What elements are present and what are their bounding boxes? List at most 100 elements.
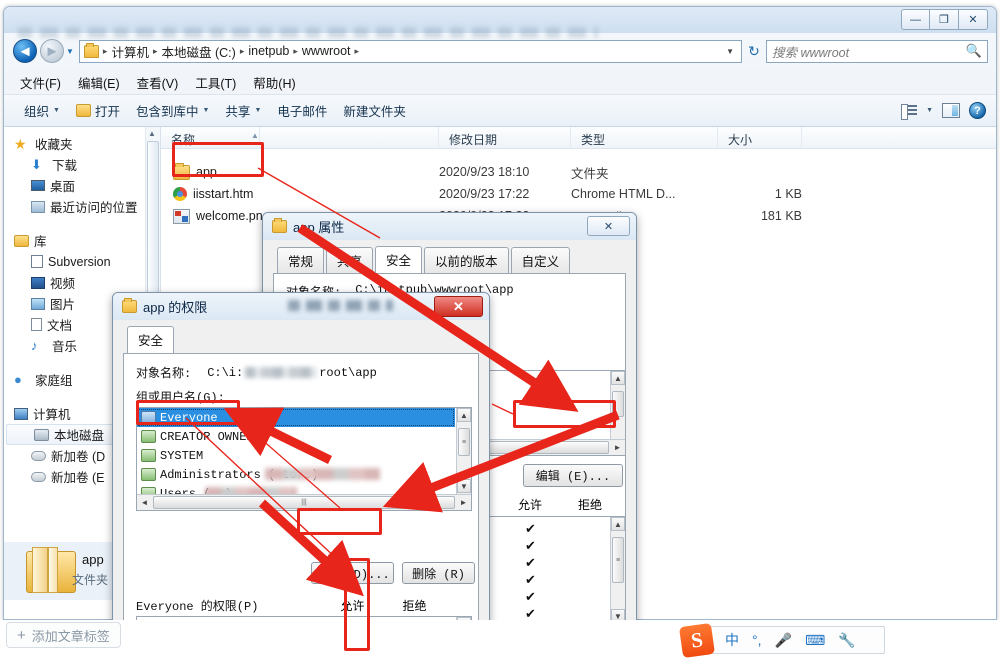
close-button[interactable]: ✕ [959,9,988,30]
edit-button[interactable]: 编辑 (E)... [523,464,623,487]
email-button[interactable]: 电子邮件 [277,101,327,120]
sidebar-item-label: 本地磁盘 [54,429,105,443]
scrollbar-thumb[interactable]: ≡ [458,428,470,456]
menu-view[interactable]: 查看(V) [137,73,179,92]
blurred-account-text [265,468,380,480]
scrollbar-thumb[interactable]: ≡ [612,537,624,583]
back-button[interactable]: ◄ [13,39,37,63]
scroll-up-icon[interactable]: ▲ [611,517,625,531]
help-icon[interactable]: ? [969,102,986,119]
close-icon[interactable]: ✕ [587,216,630,236]
column-header-date[interactable]: 修改日期 [439,127,571,149]
scroll-left-icon[interactable]: ◄ [137,495,152,510]
tab-general[interactable]: 常规 [277,247,325,273]
column-header-name[interactable]: 名称 [161,127,439,149]
tab-security[interactable]: 安全 [127,326,175,353]
ime-settings-icon[interactable]: 🔧 [838,632,855,649]
breadcrumb[interactable]: ▸ 计算机 ▸ 本地磁盘 (C:) ▸ inetpub ▸ wwwroot ▸ … [78,39,742,63]
properties-permission-scrollbar[interactable]: ▲ ≡ ▼ [610,517,625,623]
menu-edit[interactable]: 编辑(E) [78,73,120,92]
permissions-tab-panel: 对象名称: C:\i: root\app 组或用户名(G): Everyone … [123,353,479,659]
sogou-logo-icon[interactable]: S [678,622,716,659]
sidebar-item-libraries[interactable]: 库 [4,230,160,251]
add-article-tag-button[interactable]: + 添加文章标签 [6,622,121,648]
ime-punctuation-icon[interactable]: °, [752,632,762,648]
table-row[interactable]: app 2020/9/23 18:10 文件夹 [161,161,996,183]
group-users-label: 组或用户名(G): [136,391,225,405]
ime-voice-icon[interactable]: 🎤 [775,632,792,649]
scrollbar-thumb[interactable]: ||| [153,496,455,509]
column-header-type[interactable]: 类型 [571,127,718,149]
sidebar-item-downloads[interactable]: ⬇ 下载 [4,154,160,175]
sidebar-item-videos[interactable]: 视频 [4,272,160,293]
column-header-size[interactable]: 大小 [718,127,802,149]
list-item[interactable]: Everyone [137,408,455,427]
chevron-down-icon[interactable]: ▼ [926,107,933,114]
sidebar-item-recent[interactable]: 最近访问的位置 [4,196,160,217]
tab-sharing[interactable]: 共享 [326,247,374,273]
minimize-button[interactable]: — [901,9,930,30]
forward-button[interactable]: ► [40,39,64,63]
breadcrumb-item-0[interactable]: 计算机 [108,42,152,61]
views-icon[interactable] [901,103,918,120]
file-type-cell: Chrome HTML D... [571,187,676,201]
ime-mode-chinese-icon[interactable]: 中 [725,630,739,650]
history-dropdown-icon[interactable]: ▼ [66,47,74,56]
tab-customize[interactable]: 自定义 [510,247,571,273]
close-icon[interactable]: ✕ [434,296,483,317]
list-item[interactable]: Administrators ( tors) [137,465,471,484]
maximize-button[interactable]: ❐ [930,9,959,30]
scroll-right-icon[interactable]: ► [456,495,471,510]
list-item-label: SYSTEM [160,448,204,463]
group-user-list[interactable]: Everyone CREATOR OWNER SYSTEM Administra… [136,407,472,511]
chevron-down-icon[interactable]: ▼ [726,47,737,56]
breadcrumb-item-1[interactable]: 本地磁盘 (C:) [159,42,239,61]
object-name-label: 对象名称: [136,367,192,381]
list-item[interactable]: SYSTEM [137,446,471,465]
scrollbar-thumb[interactable] [612,391,624,417]
open-folder-icon [75,104,91,117]
tab-security[interactable]: 安全 [375,246,423,273]
screenshot-root: — ❐ ✕ ◄ ► ▼ ▸ 计算机 ▸ 本地磁盘 (C:) ▸ inetpub … [0,0,1000,659]
ime-keyboard-icon[interactable]: ⌨ [805,632,825,649]
file-date-cell: 2020/9/23 17:22 [439,187,530,201]
share-button[interactable]: 共享 ▼ [225,101,261,120]
sidebar-item-subversion[interactable]: Subversion [4,251,160,272]
table-row[interactable]: iisstart.htm 2020/9/23 17:22 Chrome HTML… [161,183,996,205]
menu-help[interactable]: 帮助(H) [253,73,295,92]
sidebar-item-desktop[interactable]: 桌面 [4,175,160,196]
properties-dialog-title: app 属性 [293,220,345,235]
refresh-button[interactable]: ↻ [742,40,766,63]
tab-previous-versions[interactable]: 以前的版本 [424,247,509,273]
scroll-right-icon[interactable]: ► [610,440,625,455]
scroll-down-icon[interactable]: ▼ [457,479,471,493]
group-user-list-hscroll[interactable]: ◄ ||| ► [137,494,471,510]
add-button[interactable]: 添加 (D)... [311,562,394,584]
computer-icon [14,407,28,420]
breadcrumb-item-3[interactable]: wwwroot [299,44,354,58]
object-name-prefix: C:\i: [207,365,244,380]
menu-tools[interactable]: 工具(T) [195,73,236,92]
search-input[interactable]: 搜索 wwwroot 🔍 [766,39,988,63]
menu-file[interactable]: 文件(F) [20,73,61,92]
scroll-up-icon[interactable]: ▲ [457,408,471,422]
sidebar-item-label: 下载 [52,159,78,173]
open-button[interactable]: 打开 [75,101,120,120]
sidebar-item-label: 家庭组 [35,374,73,388]
scroll-up-icon[interactable]: ▲ [148,129,156,138]
organize-label: 组织 [24,105,50,119]
object-name-suffix: root\app [319,365,377,380]
organize-button[interactable]: 组织 ▼ [24,101,60,120]
breadcrumb-item-2[interactable]: inetpub [245,44,292,58]
file-size-cell: 1 KB [774,187,802,201]
star-icon: ★ [14,136,27,152]
new-folder-button[interactable]: 新建文件夹 [343,101,406,120]
preview-pane-icon[interactable] [942,103,960,118]
sidebar-item-favorites[interactable]: ★ 收藏夹 [4,133,160,154]
list-item[interactable]: CREATOR OWNER [137,427,471,446]
remove-button[interactable]: 删除 (R) [402,562,475,584]
scroll-up-icon[interactable]: ▲ [611,371,625,385]
file-name-label: app [196,165,217,179]
include-library-button[interactable]: 包含到库中 ▼ [136,101,209,120]
